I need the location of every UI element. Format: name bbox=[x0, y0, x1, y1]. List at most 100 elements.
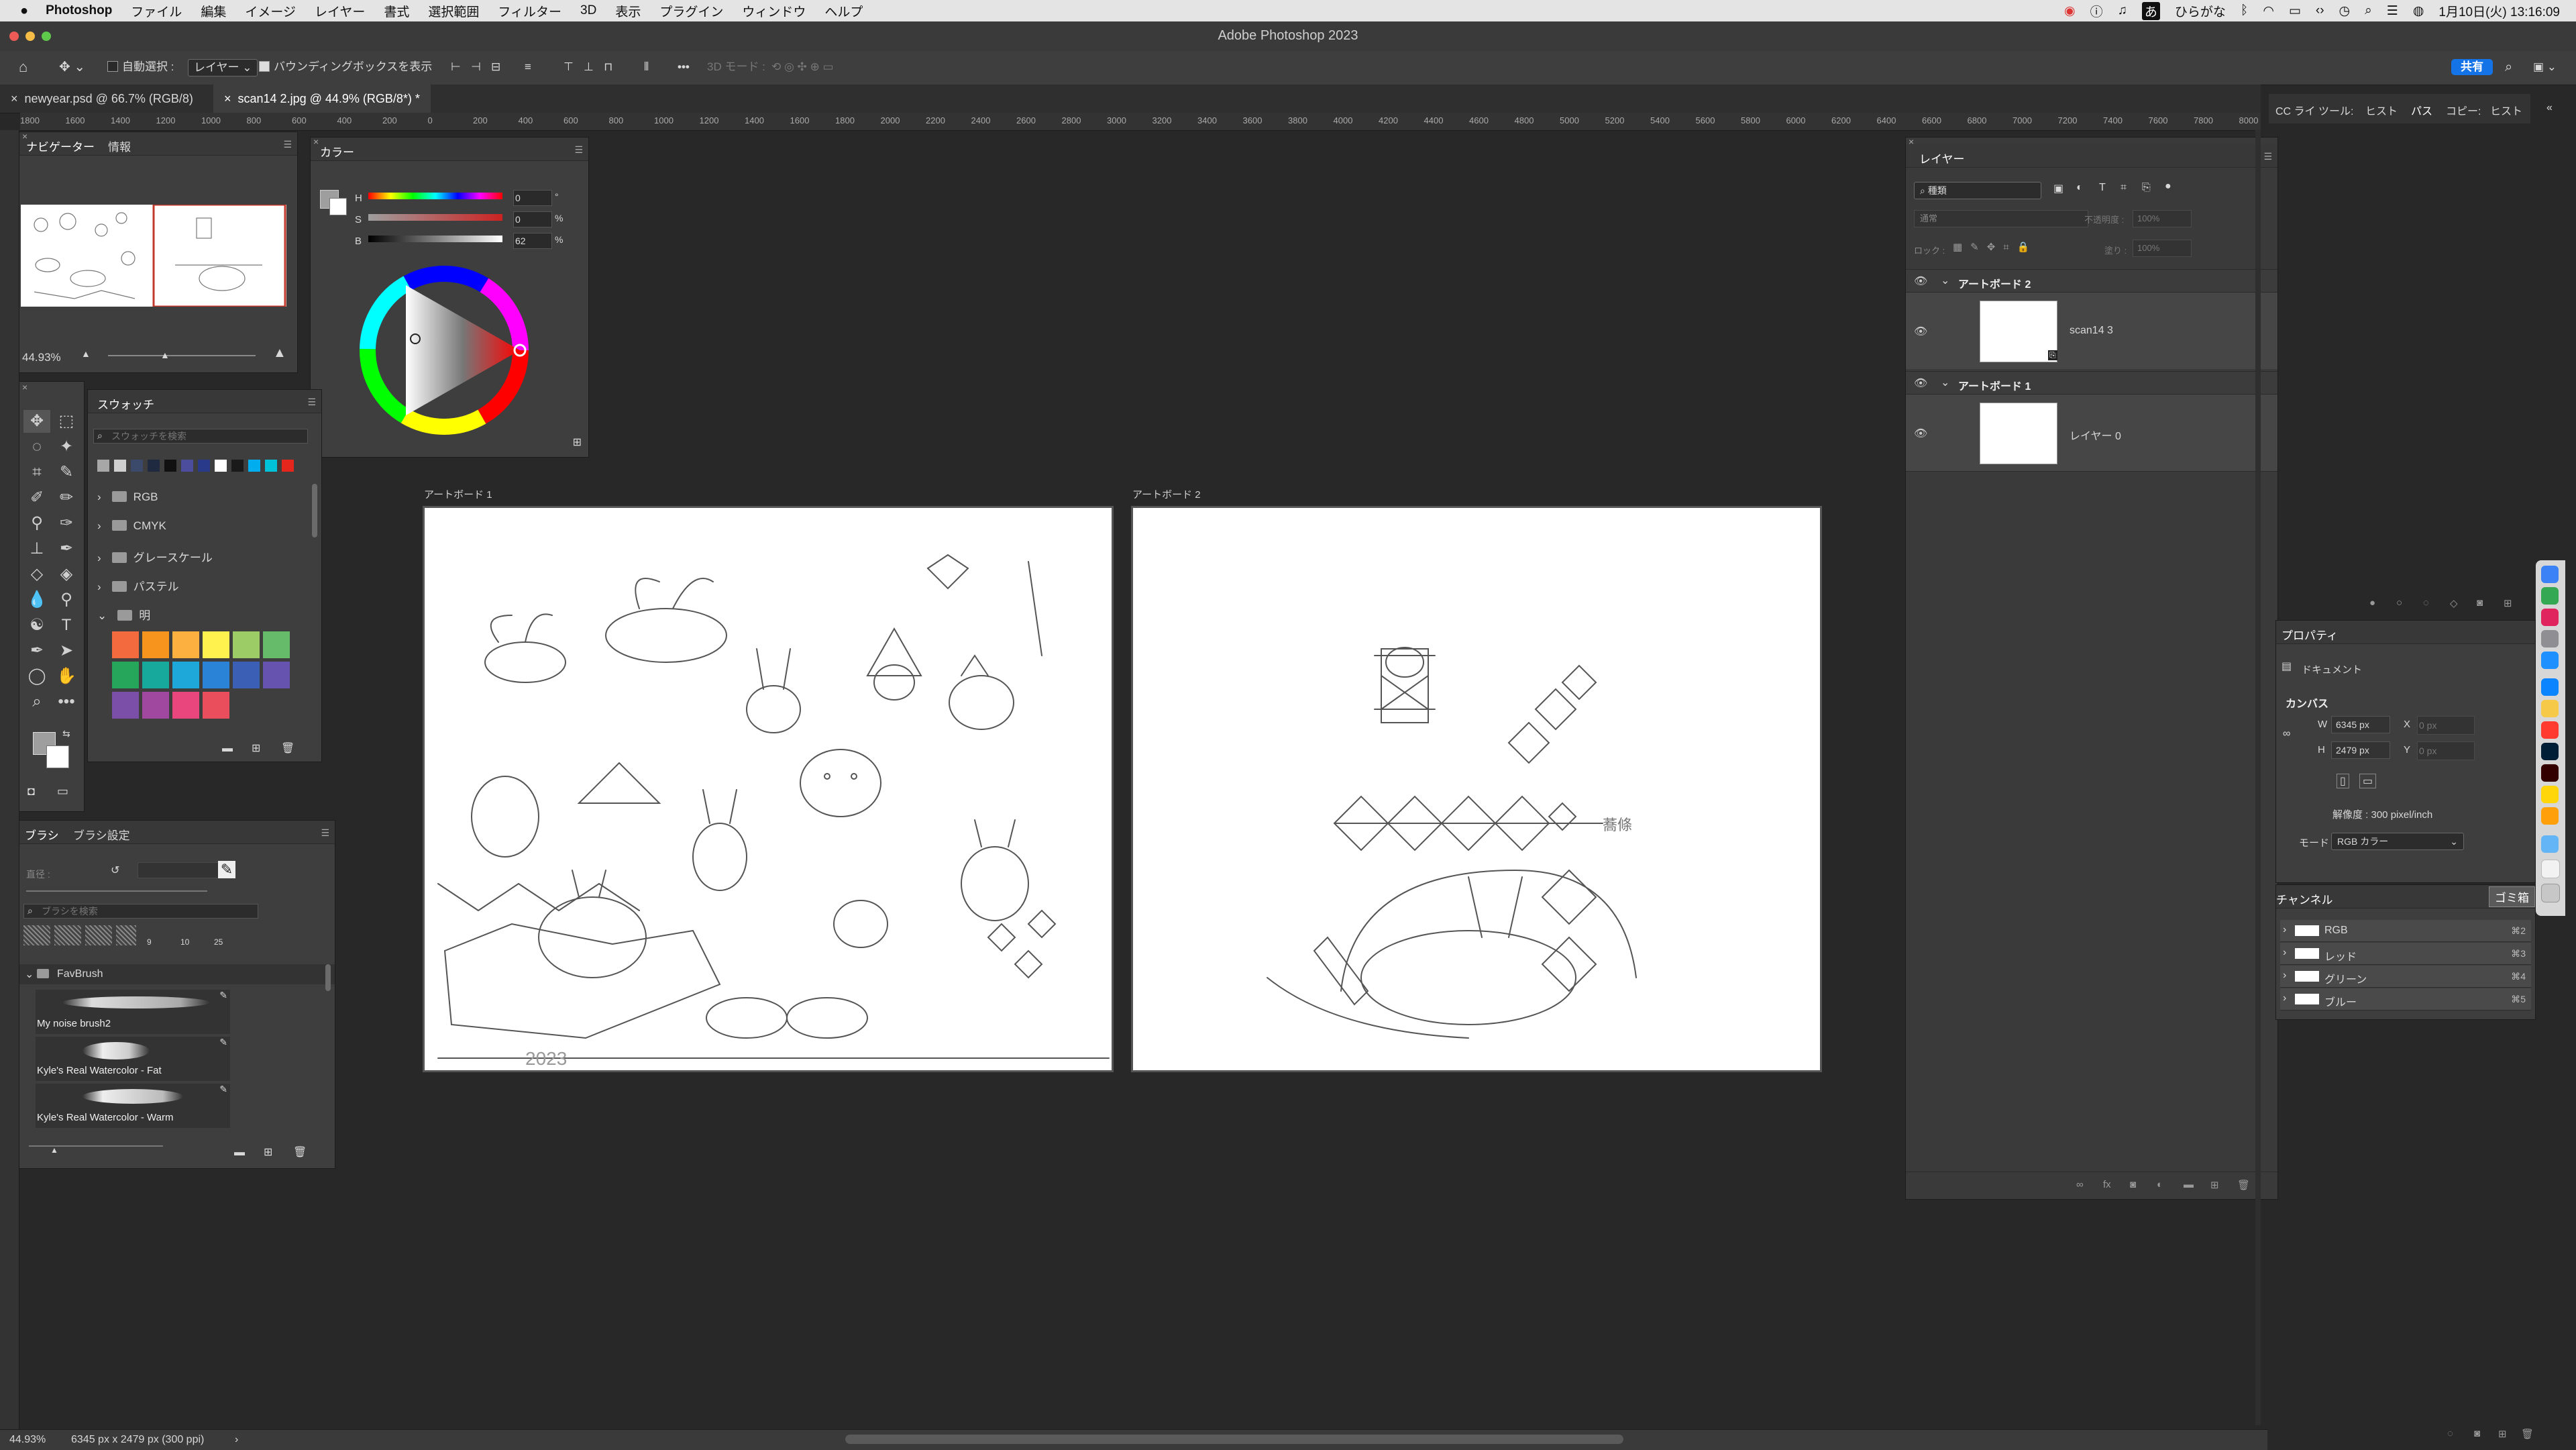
eraser-tool-icon[interactable]: ◇ bbox=[23, 563, 50, 586]
swatch-color[interactable] bbox=[181, 460, 193, 472]
swatch-color[interactable] bbox=[203, 662, 229, 688]
tab-history-2[interactable]: ヒスト bbox=[2490, 102, 2522, 118]
swatch-group-rgb[interactable]: › RGB bbox=[97, 490, 158, 504]
visibility-eye-icon[interactable]: 👁 bbox=[1914, 376, 1927, 390]
workspace-icon[interactable]: ▣ ⌄ bbox=[2533, 59, 2557, 75]
new-swatch-icon[interactable]: ⊞ bbox=[252, 741, 260, 755]
layer-name[interactable]: レイヤー 0 bbox=[2070, 427, 2121, 443]
canvas-y-field[interactable] bbox=[2417, 741, 2475, 760]
artboard2-label[interactable]: アートボード 2 bbox=[1132, 487, 1201, 501]
3d-orbit-icon[interactable]: ⟲ ◎ ✣ ⊕ ▭ bbox=[771, 59, 834, 75]
brush-group-favbrush[interactable]: ⌄ FavBrush bbox=[19, 964, 335, 984]
tab-brushes[interactable]: ブラシ bbox=[25, 826, 59, 843]
lock-icons[interactable]: ▦✎✥⌗🔒 bbox=[1953, 241, 2037, 253]
wifi-icon[interactable]: ◠ bbox=[2263, 3, 2274, 19]
art-history-brush-icon[interactable]: ✒ bbox=[53, 537, 80, 560]
background-color[interactable] bbox=[46, 745, 69, 768]
zoom-slider[interactable] bbox=[108, 355, 256, 356]
channel-row-blue[interactable]: › ブルー ⌘5 bbox=[2280, 988, 2531, 1011]
b-value-field[interactable] bbox=[513, 233, 552, 249]
expand-icon[interactable]: › bbox=[2283, 970, 2286, 982]
swap-colors-icon[interactable]: ⇆ bbox=[62, 728, 70, 739]
channel-row-green[interactable]: › グリーン ⌘4 bbox=[2280, 966, 2531, 988]
photos-icon[interactable] bbox=[2541, 721, 2559, 739]
screen-mode-icon[interactable]: ▭ bbox=[57, 784, 68, 798]
menu-window[interactable]: ウィンドウ bbox=[742, 2, 806, 20]
tab-history[interactable]: ヒスト bbox=[2365, 102, 2398, 118]
swatch-group-cmyk[interactable]: › CMYK bbox=[97, 519, 166, 533]
visibility-eye-icon[interactable]: 👁 bbox=[1914, 274, 1927, 288]
filter-adjustment-icon[interactable]: ◐ bbox=[2076, 182, 2083, 194]
headphones-icon[interactable]: ♫ bbox=[2118, 3, 2127, 18]
home-icon[interactable]: ⌂ bbox=[19, 59, 28, 75]
brush-size-field[interactable] bbox=[138, 862, 226, 878]
swatch-color[interactable] bbox=[164, 460, 176, 472]
expand-icon[interactable]: › bbox=[2283, 947, 2286, 959]
channel-row-red[interactable]: › レッド ⌘3 bbox=[2280, 943, 2531, 965]
filter-type-icon[interactable]: T bbox=[2099, 182, 2106, 194]
healing-brush-tool-icon[interactable]: ✐ bbox=[23, 486, 50, 509]
auto-select-dropdown[interactable]: レイヤー ⌄ bbox=[188, 59, 258, 76]
collapse-panels-icon[interactable]: « bbox=[2546, 102, 2553, 114]
eyedropper-tool-icon[interactable]: ✎ bbox=[53, 461, 80, 484]
time-machine-icon[interactable]: ◷ bbox=[2339, 3, 2351, 19]
menu-app-name[interactable]: Photoshop bbox=[46, 3, 112, 18]
path-selection-tool-icon[interactable]: ➤ bbox=[53, 639, 80, 662]
new-channel-icon[interactable]: ⊞ bbox=[2498, 1428, 2507, 1440]
apple-icon[interactable]: ● bbox=[20, 3, 28, 19]
input-mode-label[interactable]: ひらがな bbox=[2175, 2, 2226, 20]
brushes-scrollbar[interactable] bbox=[325, 964, 331, 991]
tab-scan14[interactable]: × scan14 2.jpg @ 44.9% (RGB/8*) * bbox=[213, 85, 431, 113]
save-selection-icon[interactable]: ◙ bbox=[2474, 1428, 2480, 1439]
quick-mask-icon[interactable]: ◘ bbox=[28, 784, 35, 798]
canvas-height-field[interactable]: 2479 px bbox=[2331, 741, 2390, 759]
swatch-color[interactable] bbox=[148, 460, 160, 472]
artboard-1[interactable]: 2023 bbox=[423, 506, 1114, 1072]
zoom-slider-handle[interactable]: ▲ bbox=[160, 350, 170, 360]
swatch-color[interactable] bbox=[112, 692, 139, 719]
vertical-scrollbar[interactable] bbox=[2255, 130, 2261, 1425]
preview-slider-handle[interactable]: ▲ bbox=[50, 1145, 58, 1155]
move-tool-icon[interactable]: ✥ ⌄ bbox=[59, 59, 85, 75]
load-selection-icon[interactable]: ◌ bbox=[2423, 597, 2429, 609]
marquee-tool-icon[interactable]: ⬚ bbox=[53, 410, 80, 433]
background-color-swatch[interactable] bbox=[329, 198, 347, 215]
trash-icon[interactable]: 🗑 bbox=[281, 741, 294, 755]
channel-row-rgb[interactable]: › RGB ⌘2 bbox=[2280, 920, 2531, 942]
trash-icon[interactable]: 🗑 bbox=[293, 1145, 307, 1159]
new-group-icon[interactable]: ▬ bbox=[222, 743, 233, 755]
swatch-color[interactable] bbox=[233, 631, 260, 658]
expand-chevron-icon[interactable]: ⌄ bbox=[1941, 376, 1949, 389]
swatch-group-bright[interactable]: ⌄ 明 bbox=[97, 606, 150, 623]
canvas-width-field[interactable]: 6345 px bbox=[2331, 716, 2390, 733]
brush-preset[interactable] bbox=[23, 925, 50, 945]
notes-icon[interactable] bbox=[2541, 700, 2559, 717]
new-path-icon[interactable]: ⊞ bbox=[2504, 597, 2512, 609]
mail-icon[interactable] bbox=[2541, 652, 2559, 669]
menu-plugins[interactable]: プラグイン bbox=[659, 2, 723, 20]
add-color-icon[interactable]: ⊞ bbox=[573, 435, 582, 449]
finder-icon[interactable] bbox=[2541, 566, 2559, 583]
zoom-in-icon[interactable]: ▲ bbox=[273, 346, 286, 361]
hand-tool-icon[interactable]: ✋ bbox=[53, 665, 80, 688]
swatch-color[interactable] bbox=[198, 460, 210, 472]
menubar-clock[interactable]: 1月10日(火) 13:16:09 bbox=[2438, 2, 2560, 20]
trash-dock-icon[interactable] bbox=[2541, 884, 2560, 902]
ellipse-tool-icon[interactable]: ◯ bbox=[23, 665, 50, 688]
align-left-icon[interactable]: ⊢ bbox=[451, 59, 461, 75]
layer-group-artboard2[interactable]: 👁 ⌄ アートボード 2 bbox=[1906, 269, 2277, 293]
swatch-color[interactable] bbox=[203, 631, 229, 658]
zoom-tool-icon[interactable]: ⌕ bbox=[23, 690, 50, 713]
blend-mode-dropdown[interactable]: 通常 bbox=[1914, 210, 2088, 227]
swatch-color[interactable] bbox=[131, 460, 143, 472]
lasso-tool-icon[interactable]: ◌ bbox=[23, 435, 50, 458]
menu-help[interactable]: ヘルプ bbox=[824, 2, 863, 20]
visibility-eye-icon[interactable]: 👁 bbox=[1914, 325, 1927, 338]
bounding-box-checkbox[interactable]: バウンディングボックスを表示 bbox=[259, 59, 432, 75]
photoshop-icon[interactable] bbox=[2541, 743, 2559, 760]
tab-paths[interactable]: パス bbox=[2411, 102, 2432, 118]
brush-search-input[interactable] bbox=[23, 904, 258, 919]
app-icon[interactable] bbox=[2541, 609, 2559, 626]
info-icon[interactable]: ⓘ bbox=[2090, 2, 2103, 20]
new-brush-icon[interactable]: ⊞ bbox=[264, 1145, 272, 1159]
